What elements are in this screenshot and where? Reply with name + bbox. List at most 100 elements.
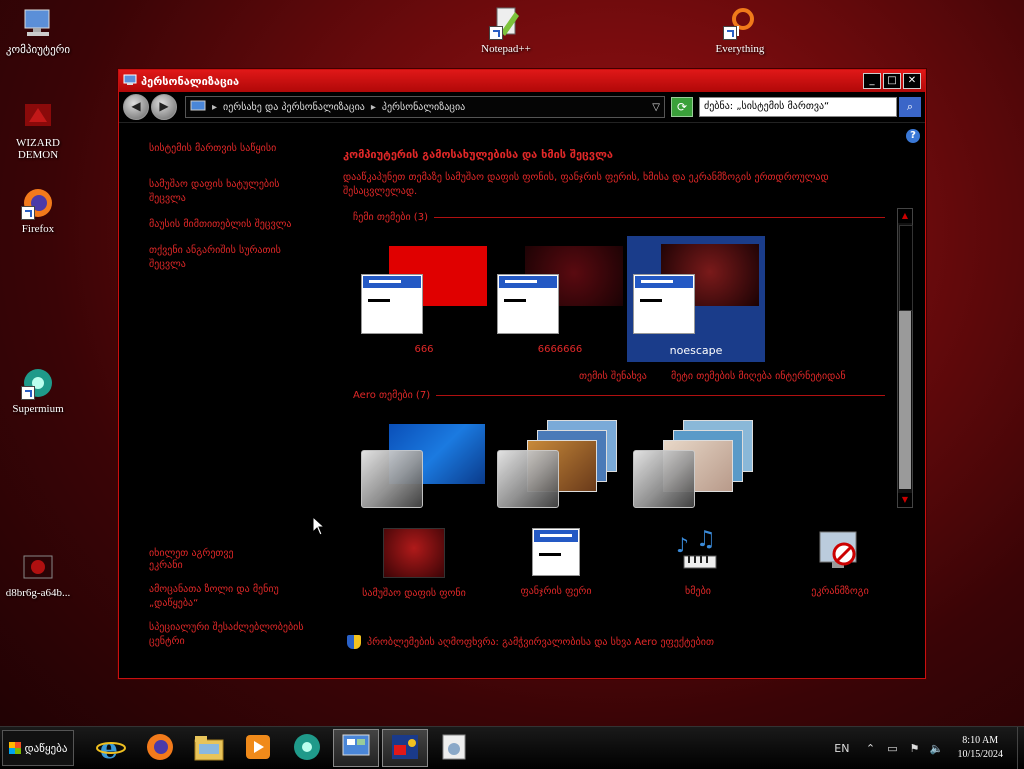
taskbar-supermium[interactable] [284, 729, 330, 767]
link-change-desktop-icons[interactable]: სამუშაო დაფის ხატულების შეცვლა [149, 178, 309, 206]
start-button[interactable]: დაწყება [2, 730, 74, 766]
chevron-down-icon[interactable]: ▽ [652, 102, 660, 113]
troubleshoot-aero-link[interactable]: პრობლემების აღმოფხვრა: გამჭვირვალობისა დ… [347, 635, 714, 649]
clock[interactable]: 8:10 AM 10/15/2024 [957, 734, 1003, 762]
link-taskbar-start-menu[interactable]: ამოცანათა ზოლი და მენიუ „დაწყება“ [149, 583, 309, 611]
search-input[interactable]: ძებნა: „სისტემის მართვა“ [699, 97, 897, 117]
navigation-bar: ◀ ▶ ▸ იერსახე და პერსონალიზაცია ▸ პერსონ… [119, 92, 925, 123]
save-theme-link[interactable]: თემის შენახვა [579, 371, 647, 382]
system-tray: EN ⌃ ▭ ⚑ 🔈 8:10 AM 10/15/2024 [834, 727, 1024, 769]
taskbar-media-player[interactable] [235, 729, 281, 767]
close-button[interactable]: ✕ [903, 73, 921, 89]
scroll-track[interactable] [899, 225, 913, 311]
show-desktop-button[interactable] [1017, 727, 1024, 769]
aero-themes-label: Aero თემები (7) [353, 390, 431, 401]
theme-name: noescape [669, 344, 723, 357]
start-label: დაწყება [24, 741, 68, 755]
breadcrumb-personalization[interactable]: პერსონალიზაცია [382, 102, 465, 113]
desktop-icon-notepadpp[interactable]: Notepad++ [468, 6, 544, 55]
desktop-icon-label: Everything [715, 43, 765, 55]
breadcrumb-appearance[interactable]: იერსახე და პერსონალიზაცია [223, 102, 365, 113]
internet-explorer-icon: e [96, 732, 126, 765]
link-ease-of-access[interactable]: სპეციალური შესაძლებლობების ცენტრი [149, 621, 309, 649]
taskbar-firefox[interactable] [137, 729, 183, 767]
desktop-icon-label: WIZARD DEMON [16, 137, 60, 161]
firefox-icon [21, 186, 55, 220]
desktop-icon-computer[interactable]: კომპიუტერი [0, 6, 76, 56]
glass-window-preview [361, 450, 423, 508]
wizard-demon-icon [21, 100, 55, 134]
aero-theme-item[interactable] [491, 414, 629, 510]
maximize-button[interactable]: □ [883, 73, 901, 89]
theme-window-preview [361, 274, 423, 334]
volume-muted-icon[interactable]: 🔈 [929, 742, 944, 755]
theme-item-selected[interactable]: noescape [627, 236, 765, 362]
minimize-button[interactable]: _ [863, 73, 881, 89]
taskbar-internet-explorer[interactable]: e [88, 729, 134, 767]
breadcrumb-arrow-icon: ▸ [370, 101, 376, 113]
get-more-themes-link[interactable]: მეტი თემების მიღება ინტერნეტიდან [671, 371, 846, 382]
link-change-mouse-pointers[interactable]: მაუსის მიმთითებლის შეცვლა [149, 218, 309, 232]
scroll-down-button[interactable]: ▼ [898, 493, 912, 507]
glass-window-preview [633, 450, 695, 508]
svg-text:♫: ♫ [696, 528, 716, 552]
help-icon[interactable]: ? [906, 129, 920, 143]
link-display[interactable]: ეკრანი [149, 559, 309, 573]
troubleshoot-aero-label: პრობლემების აღმოფხვრა: გამჭვირვალობისა დ… [367, 636, 714, 648]
left-nav: სისტემის მართვის საწყისი სამუშაო დაფის ხ… [149, 142, 309, 284]
scroll-up-button[interactable]: ▲ [898, 209, 912, 223]
taskbar-paint[interactable] [382, 729, 428, 767]
supermium-icon [21, 366, 55, 400]
desktop-icon-label: d8br6g-a64b... [5, 587, 71, 599]
refresh-button[interactable]: ⟳ [671, 97, 693, 117]
back-button[interactable]: ◀ [123, 94, 149, 120]
screensaver-label: ეკრანმზოგი [811, 586, 869, 597]
aero-themes-header: Aero თემები (7) [353, 390, 885, 401]
window-color-icon [526, 528, 586, 576]
sounds-label: ხმები [685, 586, 711, 597]
aero-theme-item[interactable] [627, 414, 765, 510]
show-hidden-icons-icon[interactable]: ⌃ [863, 742, 877, 755]
window-titlebar[interactable]: პერსონალიზაცია _ □ ✕ [119, 70, 925, 92]
forward-button[interactable]: ▶ [151, 94, 177, 120]
taskbar-settings[interactable] [431, 729, 477, 767]
desktop-icon-supermium[interactable]: Supermium [0, 366, 76, 415]
theme-window-preview [633, 274, 695, 334]
my-themes-header: ჩემი თემები (3) [353, 212, 885, 223]
network-icon[interactable]: ▭ [885, 742, 899, 755]
supermium-icon [292, 732, 322, 765]
desktop-icon-image-file[interactable]: d8br6g-a64b... [0, 550, 76, 599]
taskbar-control-panel[interactable] [333, 729, 379, 767]
theme-item[interactable]: 666 [355, 236, 493, 362]
desktop-icon-label: Notepad++ [481, 43, 531, 55]
desktop-icon-wizard-demon[interactable]: WIZARD DEMON [0, 100, 76, 161]
notepadpp-icon [489, 6, 523, 40]
page-description: დააწკაპუნეთ თემაზე სამუშაო დაფის ფონის, … [343, 172, 829, 197]
media-player-icon [243, 732, 273, 765]
desktop-icon-everything[interactable]: Everything [702, 6, 778, 55]
action-center-flag-icon[interactable]: ⚑ [907, 742, 921, 755]
address-bar[interactable]: ▸ იერსახე და პერსონალიზაცია ▸ პერსონალიზ… [185, 96, 665, 118]
taskbar-explorer[interactable] [186, 729, 232, 767]
link-control-panel-home[interactable]: სისტემის მართვის საწყისი [149, 142, 309, 156]
desktop-background-item[interactable]: სამუშაო დაფის ფონი [359, 528, 469, 599]
my-themes-label: ჩემი თემები (3) [353, 212, 428, 223]
screensaver-item[interactable]: ეკრანმზოგი [785, 528, 895, 597]
control-panel-icon [341, 733, 371, 764]
link-change-account-picture[interactable]: თქვენი ანგარიშის სურათის შეცვლა [149, 244, 309, 272]
scroll-thumb[interactable] [899, 311, 911, 489]
language-indicator[interactable]: EN [834, 742, 849, 755]
theme-item[interactable]: 6666666 [491, 236, 629, 362]
themes-scrollbar[interactable]: ▲ ▼ [897, 208, 913, 508]
desktop-icon-firefox[interactable]: Firefox [0, 186, 76, 235]
window-color-item[interactable]: ფანჯრის ფერი [501, 528, 611, 597]
desktop-icon-label: კომპიუტერი [5, 44, 71, 56]
firefox-icon [145, 732, 175, 765]
aero-theme-item[interactable] [355, 414, 493, 510]
search-icon[interactable]: ⌕ [899, 97, 921, 117]
sounds-icon: ♪ ♫ [668, 527, 728, 576]
glass-window-preview [497, 450, 559, 508]
mouse-cursor-icon [312, 515, 326, 539]
taskbar: დაწყება e EN ⌃ ▭ ⚑ 🔈 8:10 AM 10/15/2024 [0, 726, 1024, 769]
sounds-item[interactable]: ♪ ♫ ხმები [643, 527, 753, 597]
